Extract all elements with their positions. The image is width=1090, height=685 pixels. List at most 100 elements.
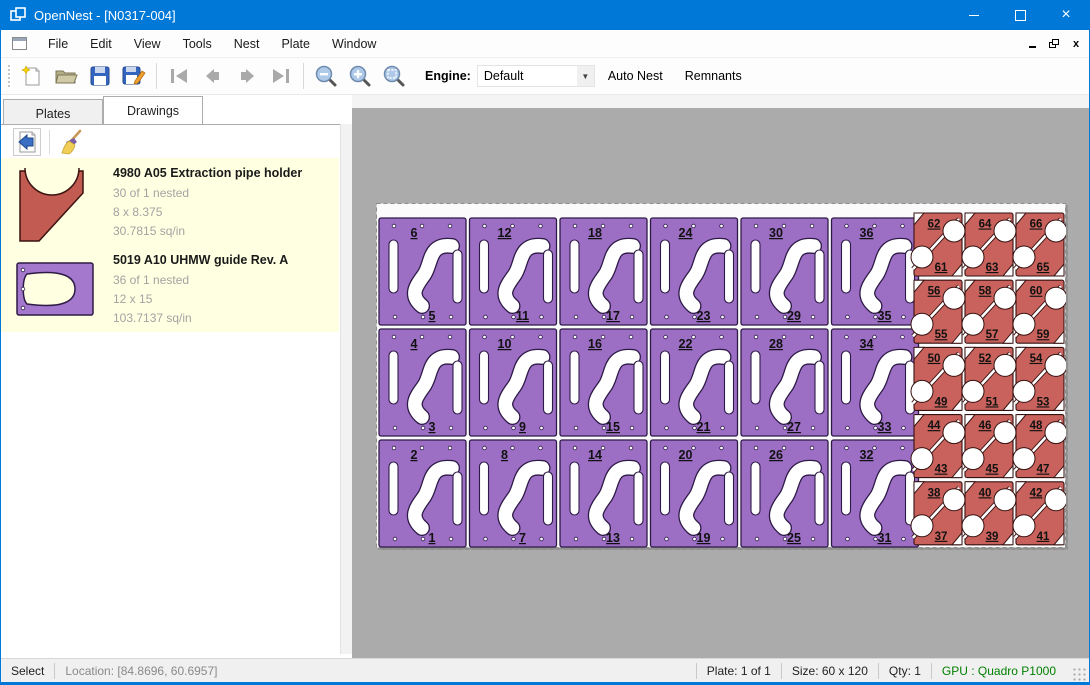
previous-plate-button[interactable] (196, 61, 230, 91)
drawing-thumbnail (15, 252, 103, 325)
nest-part-pair-purple[interactable]: 8 7 (470, 440, 557, 547)
nest-part-pair-red[interactable]: 42 41 (1013, 482, 1066, 545)
nest-part-pair-purple[interactable]: 6 5 (379, 218, 466, 325)
part-number: 43 (935, 464, 948, 476)
part-number: 7 (519, 531, 526, 545)
first-plate-button[interactable] (162, 61, 196, 91)
nest-part-pair-red[interactable]: 46 45 (962, 415, 1016, 478)
remnants-button[interactable]: Remnants (676, 64, 751, 88)
clear-drawings-button[interactable] (58, 128, 86, 156)
nest-part-pair-purple[interactable]: 30 29 (741, 218, 828, 325)
resize-grip-icon[interactable] (1072, 667, 1086, 681)
menu-window[interactable]: Window (321, 33, 387, 55)
tab-plates[interactable]: Plates (3, 99, 103, 124)
zoom-in-button[interactable] (343, 61, 377, 91)
drawing-title: 5019 A10 UHMW guide Rev. A (113, 253, 288, 267)
title-bar: OpenNest - [N0317-004] × (1, 0, 1089, 30)
last-plate-button[interactable] (264, 61, 298, 91)
engine-select[interactable]: Default ▼ (477, 65, 595, 87)
nest-part-pair-purple[interactable]: 36 35 (832, 218, 919, 325)
nest-part-pair-purple[interactable]: 24 23 (651, 218, 738, 325)
part-number: 8 (501, 448, 508, 462)
tab-drawings[interactable]: Drawings (103, 96, 203, 124)
nest-part-pair-red[interactable]: 64 63 (962, 213, 1016, 276)
app-window: OpenNest - [N0317-004] × File Edit View … (0, 0, 1090, 685)
status-plate: Plate: 1 of 1 (697, 664, 781, 678)
part-number: 46 (979, 420, 992, 432)
nest-part-pair-red[interactable]: 60 59 (1013, 280, 1066, 343)
nest-part-pair-purple[interactable]: 32 31 (832, 440, 919, 547)
menu-tools[interactable]: Tools (172, 33, 223, 55)
nest-part-pair-purple[interactable]: 2 1 (379, 440, 466, 547)
nest-part-pair-red[interactable]: 48 47 (1013, 415, 1066, 478)
nest-part-pair-purple[interactable]: 22 21 (651, 329, 738, 436)
save-as-button[interactable] (117, 61, 151, 91)
nest-part-pair-purple[interactable]: 14 13 (560, 440, 647, 547)
close-button[interactable]: × (1043, 0, 1089, 30)
part-number: 12 (498, 226, 512, 240)
part-number: 35 (878, 309, 892, 323)
part-number: 52 (979, 353, 992, 365)
nest-part-pair-purple[interactable]: 28 27 (741, 329, 828, 436)
part-number: 30 (769, 226, 783, 240)
nest-part-pair-red[interactable]: 54 53 (1013, 347, 1066, 410)
nest-part-pair-red[interactable]: 38 37 (911, 482, 965, 545)
mdi-close-button[interactable]: x (1069, 37, 1083, 51)
toolbar-separator (303, 63, 304, 89)
maximize-button[interactable] (997, 0, 1043, 30)
nest-part-pair-purple[interactable]: 18 17 (560, 218, 647, 325)
part-number: 44 (928, 420, 941, 432)
drawing-title: 4980 A05 Extraction pipe holder (113, 166, 302, 180)
nest-canvas[interactable]: 6 5 12 11 18 17 (352, 95, 1090, 658)
mdi-document-icon[interactable] (12, 37, 27, 50)
drawing-area: 103.7137 sq/in (113, 309, 288, 328)
panel-scrollbar[interactable] (340, 124, 352, 654)
import-drawing-button[interactable] (13, 128, 41, 156)
nest-part-pair-red[interactable]: 52 51 (962, 347, 1016, 410)
nest-part-pair-red[interactable]: 66 65 (1013, 213, 1066, 276)
menu-nest[interactable]: Nest (223, 33, 271, 55)
combo-arrow-icon[interactable]: ▼ (577, 66, 594, 86)
nest-plate[interactable]: 6 5 12 11 18 17 (376, 203, 1066, 548)
menu-bar: File Edit View Tools Nest Plate Window x (1, 30, 1089, 58)
list-item-drawing[interactable]: 5019 A10 UHMW guide Rev. A 36 of 1 neste… (1, 245, 339, 332)
mdi-restore-button[interactable] (1047, 37, 1061, 51)
nest-part-pair-red[interactable]: 40 39 (962, 482, 1016, 545)
part-number: 31 (878, 531, 892, 545)
part-number: 41 (1037, 531, 1050, 543)
nest-part-pair-red[interactable]: 62 61 (911, 213, 965, 276)
nest-part-pair-purple[interactable]: 10 9 (470, 329, 557, 436)
drawing-nested-count: 36 of 1 nested (113, 271, 288, 290)
menu-plate[interactable]: Plate (270, 33, 321, 55)
next-plate-button[interactable] (230, 61, 264, 91)
zoom-out-button[interactable] (309, 61, 343, 91)
save-button[interactable] (83, 61, 117, 91)
minimize-button[interactable] (951, 0, 997, 30)
engine-value: Default (484, 69, 524, 83)
zoom-fit-button[interactable] (377, 61, 411, 91)
nest-part-pair-red[interactable]: 44 43 (911, 415, 965, 478)
nest-part-pair-purple[interactable]: 20 19 (651, 440, 738, 547)
nest-part-pair-red[interactable]: 56 55 (911, 280, 965, 343)
status-location: Location: [84.8696, 60.6957] (55, 664, 227, 678)
part-number: 59 (1037, 329, 1050, 341)
nest-part-pair-purple[interactable]: 12 11 (470, 218, 557, 325)
nest-part-pair-purple[interactable]: 16 15 (560, 329, 647, 436)
part-number: 57 (986, 329, 999, 341)
new-file-button[interactable] (15, 61, 49, 91)
window-title: OpenNest - [N0317-004] (34, 8, 176, 23)
auto-nest-button[interactable]: Auto Nest (599, 64, 672, 88)
nest-part-pair-red[interactable]: 50 49 (911, 347, 965, 410)
part-number: 51 (986, 396, 999, 408)
nest-part-pair-purple[interactable]: 34 33 (832, 329, 919, 436)
nest-part-pair-purple[interactable]: 4 3 (379, 329, 466, 436)
menu-file[interactable]: File (37, 33, 79, 55)
open-file-button[interactable] (49, 61, 83, 91)
nest-part-pair-purple[interactable]: 26 25 (741, 440, 828, 547)
menu-edit[interactable]: Edit (79, 33, 123, 55)
toolbar-grip (7, 64, 11, 88)
list-item-drawing[interactable]: 4980 A05 Extraction pipe holder 30 of 1 … (1, 158, 339, 245)
menu-view[interactable]: View (123, 33, 172, 55)
nest-part-pair-red[interactable]: 58 57 (962, 280, 1016, 343)
mdi-minimize-button[interactable] (1025, 37, 1039, 51)
